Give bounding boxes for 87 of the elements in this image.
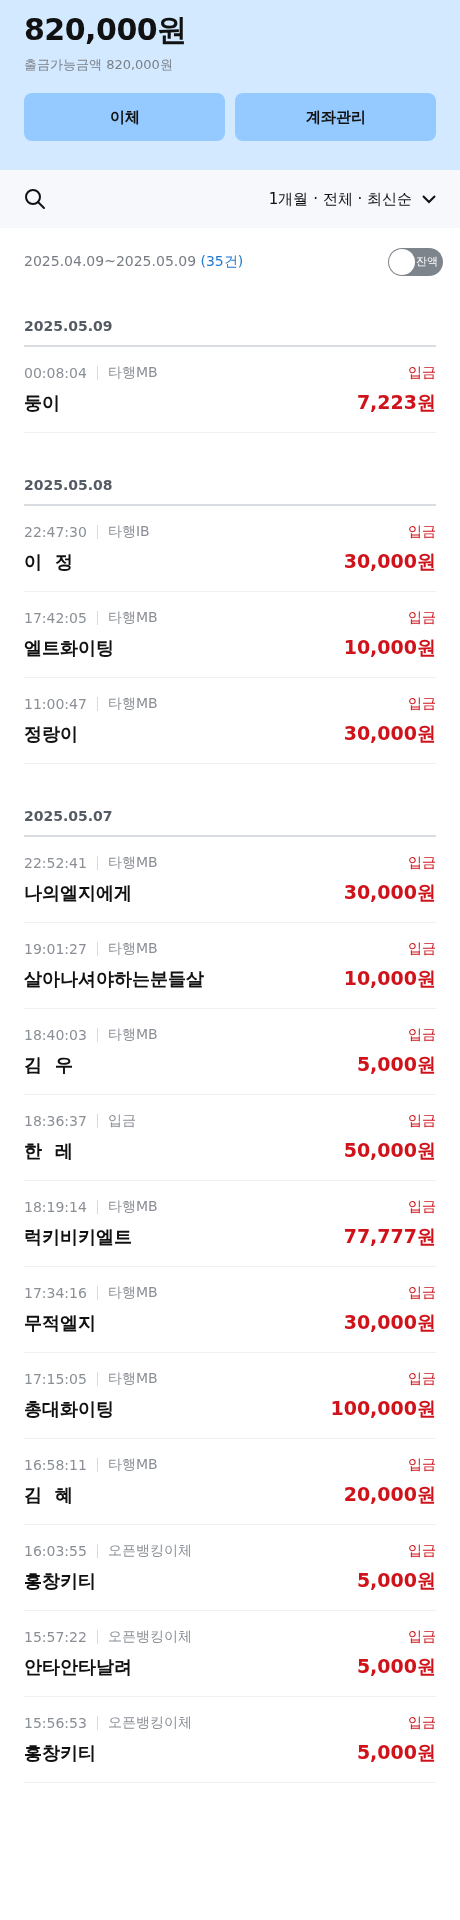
sender-name: 살아나셔야하는분들살 — [24, 967, 204, 991]
transaction-type: 입금 — [408, 523, 436, 541]
transaction-amount: 5,000원 — [356, 1568, 436, 1593]
sender-name: 럭키비키엘트 — [24, 1225, 132, 1249]
transaction-time: 19:01:27 — [24, 941, 87, 957]
transaction-time: 15:56:53 — [24, 1715, 87, 1731]
sender-name: 둥이 — [24, 391, 60, 415]
transaction-type: 입금 — [408, 695, 436, 713]
sender-name: 김 혜 — [24, 1483, 73, 1507]
transaction-amount: 50,000원 — [343, 1138, 436, 1163]
transaction-type: 입금 — [408, 1284, 436, 1302]
transaction-time: 17:15:05 — [24, 1371, 87, 1387]
transaction-channel: 타행MB — [107, 609, 158, 627]
transaction-channel: 입금 — [107, 1112, 136, 1130]
transaction-channel: 타행MB — [107, 940, 158, 958]
sender-name: 총대화이팅 — [24, 1397, 114, 1421]
sender-name: 홍창키티 — [24, 1741, 96, 1765]
transaction-amount: 5,000원 — [356, 1052, 436, 1077]
sender-name: 정랑이 — [24, 722, 78, 746]
date-header: 2025.05.07 — [24, 764, 436, 837]
transaction-channel: 타행IB — [107, 523, 150, 541]
transaction-type: 입금 — [408, 854, 436, 872]
transaction-type: 입금 — [408, 940, 436, 958]
transaction-time: 22:52:41 — [24, 855, 87, 871]
transaction-type: 입금 — [408, 1456, 436, 1474]
sender-name: 김 우 — [24, 1053, 73, 1077]
transaction-time: 15:57:22 — [24, 1629, 87, 1645]
transaction-amount: 30,000원 — [343, 721, 436, 746]
sender-name: 한 레 — [24, 1139, 73, 1163]
sender-name: 이 정 — [24, 550, 73, 574]
transaction-type: 입금 — [408, 1714, 436, 1732]
transaction-amount: 30,000원 — [343, 1310, 436, 1335]
filter-dropdown[interactable]: 1개월 · 전체 · 최신순 — [268, 189, 436, 209]
transaction-time: 17:34:16 — [24, 1285, 87, 1301]
transfer-button[interactable]: 이체 — [24, 93, 225, 141]
transaction-amount: 77,777원 — [343, 1224, 436, 1249]
transaction-time: 22:47:30 — [24, 524, 87, 540]
date-header: 2025.05.08 — [24, 433, 436, 506]
transaction-type: 입금 — [408, 1542, 436, 1560]
transaction-time: 18:40:03 — [24, 1027, 87, 1043]
available-amount: 출금가능금액 820,000원 — [24, 56, 173, 74]
account-manage-button[interactable]: 계좌관리 — [235, 93, 436, 141]
transaction-type: 입금 — [408, 1026, 436, 1044]
date-range: 2025.04.09~2025.05.09 (35건) — [24, 253, 244, 271]
transaction-type: 입금 — [408, 1628, 436, 1646]
transaction-type: 입금 — [408, 1112, 436, 1130]
transaction-amount: 30,000원 — [343, 549, 436, 574]
balance-amount: 820,000원 — [24, 11, 187, 49]
sender-name: 무적엘지 — [24, 1311, 96, 1335]
date-header: 2025.05.09 — [24, 296, 436, 347]
transaction-time: 16:03:55 — [24, 1543, 87, 1559]
transaction-amount: 10,000원 — [343, 635, 436, 660]
transaction-amount: 30,000원 — [343, 880, 436, 905]
transaction-channel: 타행MB — [107, 1370, 158, 1388]
sender-name: 안타안타날려 — [24, 1655, 132, 1679]
sender-name: 나의엘지에게 — [24, 881, 132, 905]
transaction-channel: 타행MB — [107, 695, 158, 713]
transaction-time: 11:00:47 — [24, 696, 87, 712]
transaction-amount: 5,000원 — [356, 1654, 436, 1679]
transaction-channel: 타행MB — [107, 1026, 158, 1044]
transaction-channel: 타행MB — [107, 364, 158, 382]
transaction-time: 00:08:04 — [24, 365, 87, 381]
transaction-time: 17:42:05 — [24, 610, 87, 626]
transaction-channel: 오픈뱅킹이체 — [107, 1714, 192, 1732]
chevron-down-icon — [422, 194, 436, 204]
transaction-channel: 오픈뱅킹이체 — [107, 1628, 192, 1646]
sender-name: 엘트화이팅 — [24, 636, 114, 660]
transaction-time: 16:58:11 — [24, 1457, 87, 1473]
balance-toggle[interactable]: 잔액 — [388, 248, 443, 276]
transaction-amount: 100,000원 — [330, 1396, 436, 1421]
transaction-channel: 타행MB — [107, 1284, 158, 1302]
transaction-channel: 오픈뱅킹이체 — [107, 1542, 192, 1560]
transaction-amount: 20,000원 — [343, 1482, 436, 1507]
transaction-type: 입금 — [408, 609, 436, 627]
search-icon[interactable] — [24, 188, 46, 210]
transaction-amount: 5,000원 — [356, 1740, 436, 1765]
transaction-type: 입금 — [408, 364, 436, 382]
transaction-amount: 7,223원 — [356, 390, 436, 415]
transaction-channel: 타행MB — [107, 1198, 158, 1216]
sender-name: 홍창키티 — [24, 1569, 96, 1593]
transaction-amount: 10,000원 — [343, 966, 436, 991]
transaction-time: 18:36:37 — [24, 1113, 87, 1129]
transaction-time: 18:19:14 — [24, 1199, 87, 1215]
transaction-channel: 타행MB — [107, 854, 158, 872]
transaction-type: 입금 — [408, 1370, 436, 1388]
transaction-type: 입금 — [408, 1198, 436, 1216]
transaction-channel: 타행MB — [107, 1456, 158, 1474]
